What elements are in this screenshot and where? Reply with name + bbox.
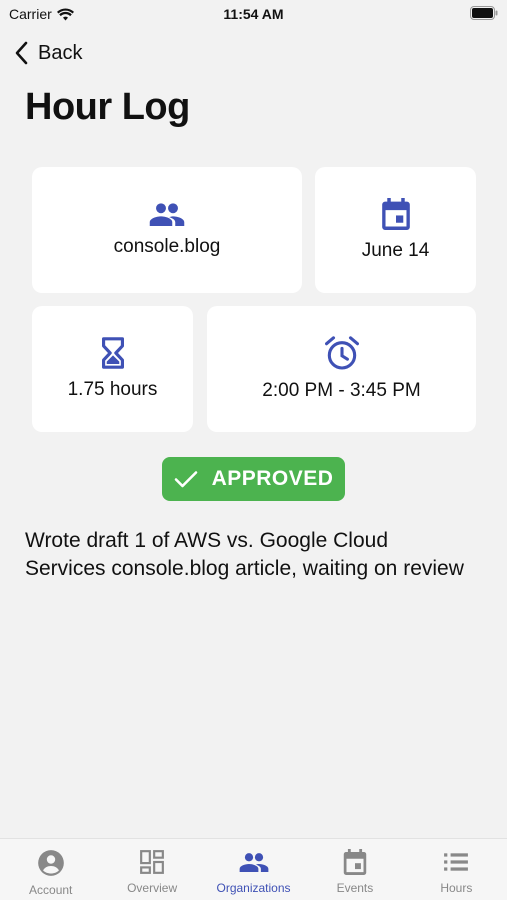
people-icon xyxy=(149,203,185,226)
status-badge: APPROVED xyxy=(162,457,345,501)
page-title: Hour Log xyxy=(25,86,190,128)
log-date: June 14 xyxy=(361,240,430,261)
organization-card: console.blog xyxy=(32,167,302,293)
log-description: Wrote draft 1 of AWS vs. Google Cloud Se… xyxy=(25,529,464,580)
tab-account-label: Account xyxy=(29,883,73,897)
chevron-left-icon xyxy=(15,41,28,65)
back-label: Back xyxy=(38,41,83,64)
clock: 11:54 AM xyxy=(223,6,284,22)
account-circle-icon xyxy=(37,850,64,876)
tab-overview-label: Overview xyxy=(127,881,178,895)
tab-events-label: Events xyxy=(336,881,374,895)
time-range: 2:00 PM - 3:45 PM xyxy=(262,380,421,401)
check-icon xyxy=(174,471,197,488)
status-label: APPROVED xyxy=(211,467,334,490)
calendar-icon xyxy=(381,198,410,230)
alarm-clock-icon xyxy=(324,336,359,370)
date-card: June 14 xyxy=(315,167,476,293)
tab-overview[interactable]: Overview xyxy=(101,839,202,900)
tab-hours[interactable]: Hours xyxy=(406,839,507,900)
status-bar: Carrier 11:54 AM xyxy=(0,0,507,28)
tab-bar: Account Overview Organizations Events Ho… xyxy=(0,838,507,900)
tab-account[interactable]: Account xyxy=(0,839,101,900)
hours-value: 1.75 hours xyxy=(67,379,158,400)
dashboard-icon xyxy=(140,850,165,874)
hours-card: 1.75 hours xyxy=(32,306,193,432)
hourglass-icon xyxy=(101,337,124,369)
time-range-card: 2:00 PM - 3:45 PM xyxy=(207,306,476,432)
organization-name: console.blog xyxy=(113,236,221,257)
tab-hours-label: Hours xyxy=(440,881,473,895)
tab-events[interactable]: Events xyxy=(304,839,405,900)
list-icon xyxy=(444,853,469,871)
battery-icon xyxy=(470,6,498,23)
calendar-icon xyxy=(343,849,367,875)
back-button[interactable]: Back xyxy=(14,38,82,68)
tab-organizations-label: Organizations xyxy=(216,881,291,895)
people-icon xyxy=(239,853,268,872)
tab-organizations[interactable]: Organizations xyxy=(203,839,304,900)
